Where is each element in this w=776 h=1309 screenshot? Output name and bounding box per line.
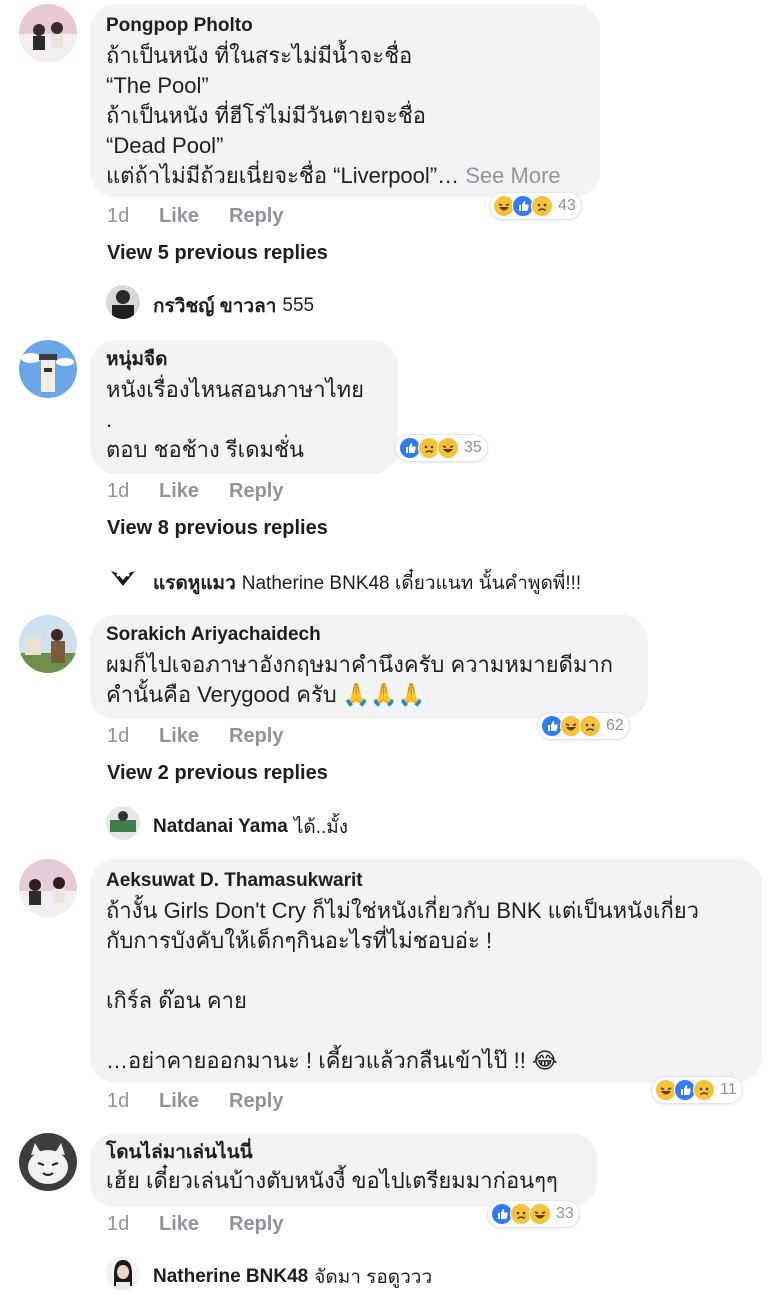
like-button[interactable]: Like bbox=[159, 205, 229, 228]
timestamp[interactable]: 1d bbox=[107, 1090, 159, 1113]
reaction-count: 11 bbox=[720, 1081, 737, 1098]
comment-author[interactable]: หนุ่มจืด bbox=[106, 349, 382, 371]
comment-text: ถ้าเป็นหนัง ที่ในสระไม่มีน้ำจะชื่อ “The … bbox=[106, 43, 561, 188]
reply-button[interactable]: Reply bbox=[229, 725, 283, 748]
like-button[interactable]: Like bbox=[159, 725, 229, 748]
view-previous-replies[interactable]: View 8 previous replies bbox=[107, 517, 328, 540]
reaction-summary[interactable]: 11 bbox=[652, 1077, 742, 1103]
haha-reaction-icon bbox=[437, 437, 459, 459]
reply-author[interactable]: กรวิชญ์ ขาวลา bbox=[153, 291, 276, 321]
like-button[interactable]: Like bbox=[159, 480, 229, 503]
haha-reaction-icon bbox=[529, 1203, 551, 1225]
comment-actions: 1d Like Reply bbox=[107, 480, 283, 503]
reply-button[interactable]: Reply bbox=[229, 205, 283, 228]
avatar[interactable] bbox=[106, 806, 140, 840]
comment-text: ถ้างั้น Girls Don't Cry ก็ไม่ใช่หนังเกี่… bbox=[106, 898, 700, 1073]
comment-actions: 1d Like Reply bbox=[107, 1090, 283, 1113]
comment-text: เฮ้ย เดี๋ยวเล่นบ้างตับหนังงี้ ขอไปเตรียม… bbox=[106, 1168, 558, 1193]
comment-text: หนังเรื่องไหนสอนภาษาไทย . ตอบ ชอช้าง รีเ… bbox=[106, 377, 365, 462]
reaction-count: 43 bbox=[558, 197, 576, 214]
avatar[interactable] bbox=[19, 4, 77, 62]
comment-bubble: Sorakich Ariyachaidech ผมก็ไปเจอภาษาอังก… bbox=[90, 615, 648, 719]
comment-author[interactable]: Pongpop Pholto bbox=[106, 15, 584, 37]
timestamp[interactable]: 1d bbox=[107, 205, 159, 228]
reply-author[interactable]: Natherine BNK48 bbox=[153, 1266, 308, 1288]
like-button[interactable]: Like bbox=[159, 1090, 229, 1113]
reply-text: จัดมา รอดูววว bbox=[314, 1267, 433, 1288]
avatar[interactable] bbox=[19, 859, 77, 917]
reply-text: ได้..มั้ง bbox=[293, 817, 349, 838]
comment-author[interactable]: Sorakich Ariyachaidech bbox=[106, 624, 632, 646]
view-previous-replies[interactable]: View 5 previous replies bbox=[107, 242, 328, 265]
reaction-summary[interactable]: 62 bbox=[538, 713, 629, 739]
reaction-summary[interactable]: 35 bbox=[396, 435, 487, 461]
reply-button[interactable]: Reply bbox=[229, 1213, 283, 1236]
reply-preview: แรดหูแมว Natherine BNK48 เดี๋ยวแนท นั้นค… bbox=[153, 568, 581, 598]
comment-author[interactable]: โดนไล่มาเล่นไนนี่ bbox=[106, 1142, 581, 1164]
avatar[interactable] bbox=[106, 562, 140, 596]
avatar[interactable] bbox=[19, 340, 77, 398]
comment-actions: 1d Like Reply bbox=[107, 205, 283, 228]
reaction-summary[interactable]: 33 bbox=[488, 1201, 579, 1227]
reaction-count: 35 bbox=[464, 439, 482, 456]
timestamp[interactable]: 1d bbox=[107, 725, 159, 748]
comment-actions: 1d Like Reply bbox=[107, 1213, 283, 1236]
reaction-summary[interactable]: 43 bbox=[490, 193, 581, 219]
comment-bubble: Pongpop Pholto ถ้าเป็นหนัง ที่ในสระไม่มี… bbox=[90, 4, 600, 197]
reply-text: Natherine BNK48 เดี๋ยวแนท นั้นคำพูดพี่!!… bbox=[241, 573, 582, 594]
reaction-count: 33 bbox=[556, 1205, 574, 1222]
sad-reaction-icon bbox=[693, 1079, 715, 1101]
avatar[interactable] bbox=[19, 1133, 77, 1191]
reply-button[interactable]: Reply bbox=[229, 480, 283, 503]
timestamp[interactable]: 1d bbox=[107, 480, 159, 503]
sad-reaction-icon bbox=[531, 195, 553, 217]
sad-reaction-icon bbox=[579, 715, 601, 737]
timestamp[interactable]: 1d bbox=[107, 1213, 159, 1236]
reply-text: 555 bbox=[282, 295, 315, 316]
reply-author[interactable]: แรดหูแมว bbox=[153, 568, 236, 598]
reaction-count: 62 bbox=[606, 717, 624, 734]
see-more-link[interactable]: See More bbox=[465, 163, 560, 188]
reply-preview: กรวิชญ์ ขาวลา 555 bbox=[153, 291, 314, 321]
avatar[interactable] bbox=[19, 615, 77, 673]
like-button[interactable]: Like bbox=[159, 1213, 229, 1236]
comment-bubble: หนุ่มจืด หนังเรื่องไหนสอนภาษาไทย . ตอบ ช… bbox=[90, 340, 398, 474]
comment-bubble: Aeksuwat D. Thamasukwarit ถ้างั้น Girls … bbox=[90, 859, 762, 1083]
comment-actions: 1d Like Reply bbox=[107, 725, 283, 748]
comment-author[interactable]: Aeksuwat D. Thamasukwarit bbox=[106, 870, 746, 892]
reply-button[interactable]: Reply bbox=[229, 1090, 283, 1113]
avatar[interactable] bbox=[106, 1256, 140, 1290]
comment-bubble: โดนไล่มาเล่นไนนี่ เฮ้ย เดี๋ยวเล่นบ้างตับ… bbox=[90, 1133, 597, 1207]
avatar[interactable] bbox=[106, 285, 140, 319]
view-previous-replies[interactable]: View 2 previous replies bbox=[107, 762, 328, 785]
reply-preview: Natherine BNK48 จัดมา รอดูววว bbox=[153, 1262, 432, 1292]
comment-text: ผมก็ไปเจอภาษาอังกฤษมาคำนึงครับ ความหมายด… bbox=[106, 652, 614, 707]
reply-author[interactable]: Natdanai Yama bbox=[153, 816, 288, 838]
reply-preview: Natdanai Yama ได้..มั้ง bbox=[153, 812, 348, 842]
